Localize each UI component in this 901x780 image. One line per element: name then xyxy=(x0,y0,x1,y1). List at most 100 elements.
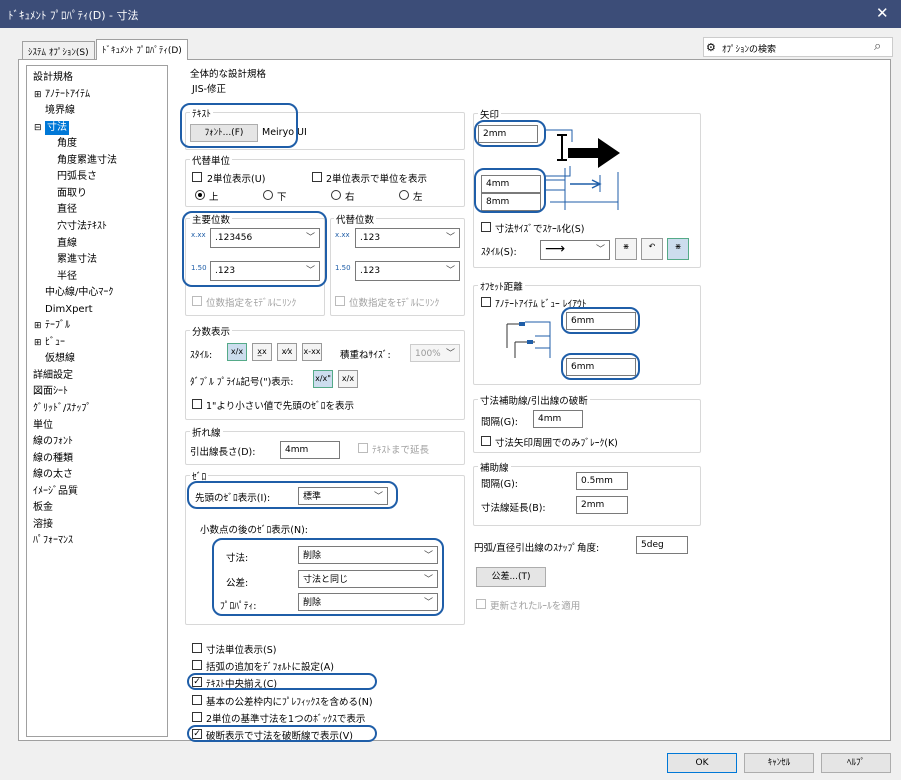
double-prime-on[interactable]: x/x" xyxy=(313,370,333,388)
tolerance-button[interactable]: 公差...(T) xyxy=(476,567,546,587)
tree-item[interactable]: 図面ｼｰﾄ xyxy=(33,385,68,399)
tree-item[interactable]: 穴寸法ﾃｷｽﾄ xyxy=(57,220,107,234)
dual-show-checkbox[interactable] xyxy=(312,172,322,182)
leading-zero-checkbox[interactable] xyxy=(192,399,202,409)
tree-expander-icon[interactable]: ⊞ xyxy=(34,319,42,333)
option-checkbox-label: 括弧の追加をﾃﾞﾌｫﾙﾄに設定(A) xyxy=(206,662,334,674)
arrow-smart-icon[interactable]: ↶ xyxy=(641,238,663,260)
search-input[interactable]: ⚙ ｵﾌﾟｼｮﾝの検索 ⌕ xyxy=(703,37,893,57)
tree-item[interactable]: 面取り xyxy=(57,187,87,201)
options-tree[interactable]: 設計規格 ｱﾉﾃｰﾄｱｲﾃﾑ ⊞ 境界線 寸法 ⊟ 角度 角度累進寸法 円弧長さ 面取り 直径 穴寸法… xyxy=(26,65,168,737)
tree-item[interactable]: 直線 xyxy=(57,237,77,251)
tree-item[interactable]: 詳細設定 xyxy=(33,369,73,383)
extension-gap-input[interactable]: 0.5mm xyxy=(576,472,628,490)
cancel-button[interactable]: ｷｬﾝｾﾙ xyxy=(744,753,814,773)
leading-zero-label: 1"より小さい値で先頭のｾﾞﾛを表示 xyxy=(206,401,354,412)
tree-item[interactable]: 線の種類 xyxy=(33,452,73,466)
tree-item[interactable]: 境界線 xyxy=(45,104,75,118)
tree-item[interactable]: ｲﾒｰｼﾞ品質 xyxy=(33,485,78,499)
tree-item[interactable]: ﾃｰﾌﾞﾙ xyxy=(45,319,70,333)
tree-item[interactable]: ﾋﾞｭｰ xyxy=(45,336,65,350)
break-gap-input[interactable]: 4mm xyxy=(533,410,583,428)
arrow-style-label: ｽﾀｲﾙ(S): xyxy=(481,247,517,258)
tree-item[interactable]: 溶接 xyxy=(33,518,53,532)
arrow-style-combo[interactable]: ⟶ ﹀ xyxy=(540,240,610,260)
tab-system-options[interactable]: ｼｽﾃﾑ ｵﾌﾟｼｮﾝ(S) xyxy=(22,41,95,59)
radio-right[interactable] xyxy=(331,190,341,200)
tree-item[interactable]: ｸﾞﾘｯﾄﾞ/ｽﾅｯﾌﾟ xyxy=(33,402,91,416)
snap-angle-label: 円弧/直径引出線のｽﾅｯﾌﾟ角度: xyxy=(474,543,600,554)
ok-button[interactable]: OK xyxy=(667,753,737,773)
standard-value: JIS-修正 xyxy=(192,84,227,95)
extend-to-text-label: ﾃｷｽﾄまで延長 xyxy=(372,445,430,456)
break-gap-label: 間隔(G): xyxy=(481,417,518,428)
tree-item[interactable]: 円弧長さ xyxy=(57,170,97,184)
radio-up-label: 上 xyxy=(209,192,219,203)
tree-item[interactable]: ﾊﾟﾌｫｰﾏﾝｽ xyxy=(33,534,73,548)
tree-item[interactable]: 線の太さ xyxy=(33,468,73,482)
option-checkbox[interactable] xyxy=(192,643,202,653)
title-bar: ﾄﾞｷｭﾒﾝﾄ ﾌﾟﾛﾊﾟﾃｨ(D) - 寸法 ✕ xyxy=(0,0,901,28)
tab-document-properties[interactable]: ﾄﾞｷｭﾒﾝﾄ ﾌﾟﾛﾊﾟﾃｨ(D) xyxy=(96,39,188,60)
highlight-arrow-height xyxy=(474,120,546,147)
tree-item[interactable]: 直径 xyxy=(57,203,77,217)
radio-down[interactable] xyxy=(263,190,273,200)
snap-angle-input[interactable]: 5deg xyxy=(636,536,688,554)
tree-item[interactable]: 板金 xyxy=(33,501,53,515)
option-checkbox[interactable] xyxy=(192,694,202,705)
break-title: 寸法補助線/引出線の破断 xyxy=(478,393,590,407)
fraction-style-1[interactable]: x/x xyxy=(227,343,247,361)
tree-item[interactable]: 寸法 xyxy=(45,120,69,135)
offset-title: ｵﾌｾｯﾄ距離 xyxy=(478,279,525,293)
tree-item[interactable]: DimXpert xyxy=(45,303,93,317)
tree-item[interactable]: 仮想線 xyxy=(45,352,75,366)
option-checkbox-label: 寸法単位表示(S) xyxy=(206,645,277,656)
extend-to-text-checkbox[interactable] xyxy=(358,443,368,453)
help-button[interactable]: ﾍﾙﾌﾟ xyxy=(821,753,891,773)
tree-item[interactable]: 累進寸法 xyxy=(57,253,97,267)
break-only-checkbox[interactable] xyxy=(481,436,491,446)
bent-leader-title: 折れ線 xyxy=(190,425,223,439)
alt-tol-precision[interactable]: .123 ﹀ xyxy=(355,261,460,281)
alt-precision-title: 代替位数 xyxy=(334,212,377,226)
option-checkbox[interactable] xyxy=(192,711,202,722)
fraction-style-2[interactable]: x̲x xyxy=(252,343,272,361)
tree-item[interactable]: 線のﾌｫﾝﾄ xyxy=(33,435,73,449)
fraction-style-3[interactable]: x⁄x xyxy=(277,343,297,361)
radio-up[interactable] xyxy=(195,190,205,200)
close-icon[interactable]: ✕ xyxy=(876,4,889,22)
highlight-trailing-zeros xyxy=(212,538,444,616)
fraction-style-4[interactable]: x-xx xyxy=(302,343,322,361)
fraction-title: 分数表示 xyxy=(190,324,233,338)
tree-expander-icon[interactable]: ⊞ xyxy=(34,336,42,350)
radio-left-label: 左 xyxy=(413,192,423,203)
radio-left[interactable] xyxy=(399,190,409,200)
stack-size-label: 積重ねｻｲｽﾞ: xyxy=(340,350,391,361)
option-checkbox[interactable] xyxy=(192,660,202,671)
tree-expander-icon[interactable]: ⊞ xyxy=(34,88,42,102)
update-rules-checkbox[interactable] xyxy=(476,599,486,609)
tree-item[interactable]: 単位 xyxy=(33,419,53,433)
arrow-inside-icon[interactable]: ⋇ xyxy=(667,238,689,260)
tree-expander-icon[interactable]: ⊟ xyxy=(34,121,42,135)
alt-unit-precision[interactable]: .123 ﹀ xyxy=(355,228,460,248)
extension-beyond-input[interactable]: 2mm xyxy=(576,496,628,514)
tree-item[interactable]: 設計規格 xyxy=(33,71,73,85)
tree-item[interactable]: 中心線/中心ﾏｰｸ xyxy=(45,286,113,300)
alt-link-checkbox[interactable] xyxy=(335,296,345,306)
bent-length-input[interactable]: 4mm xyxy=(280,441,340,459)
search-icon[interactable]: ⌕ xyxy=(874,39,881,54)
double-prime-off[interactable]: x/x xyxy=(338,370,358,388)
tree-item[interactable]: 角度累進寸法 xyxy=(57,154,117,168)
highlight-primary xyxy=(182,211,327,287)
arrow-outside-icon[interactable]: ⋇ xyxy=(615,238,637,260)
tree-item[interactable]: ｱﾉﾃｰﾄｱｲﾃﾑ xyxy=(45,88,90,102)
scale-with-size-checkbox[interactable] xyxy=(481,222,491,232)
tree-item[interactable]: 半径 xyxy=(57,270,77,284)
stack-size-combo[interactable]: 100% ﹀ xyxy=(410,344,460,362)
dual-checkbox[interactable] xyxy=(192,172,202,182)
tree-item[interactable]: 角度 xyxy=(57,137,77,151)
trailing-zeros-label: 小数点の後のｾﾞﾛ表示(N): xyxy=(200,525,308,536)
primary-link-checkbox[interactable] xyxy=(192,296,202,306)
view-layout-checkbox[interactable] xyxy=(481,297,491,307)
